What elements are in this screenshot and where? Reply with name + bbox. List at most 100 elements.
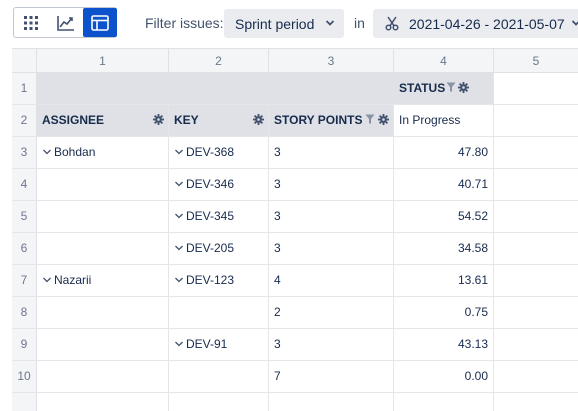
table-row: 5 DEV-345 3 54.52 <box>12 201 578 233</box>
issue-key: DEV-205 <box>186 241 235 255</box>
row-number: 5 <box>12 201 37 232</box>
story-points-cell: 3 <box>269 201 394 232</box>
empty-cell <box>394 393 494 411</box>
story-points-header[interactable]: STORY POINTS <box>269 105 394 136</box>
empty-cell <box>494 73 578 104</box>
table-row: 2 ASSIGNEE KEY STORY POINTS In Progress <box>12 105 578 137</box>
empty-cell <box>37 393 169 411</box>
status-value-cell: 47.80 <box>394 137 494 168</box>
empty-cell <box>169 393 269 411</box>
story-points-cell: 3 <box>269 169 394 200</box>
row-number: 9 <box>12 329 37 360</box>
issue-key: DEV-346 <box>186 177 235 191</box>
empty-cell <box>494 265 578 296</box>
column-number: 3 <box>269 49 394 73</box>
story-points-cell: 4 <box>269 265 394 296</box>
corner-cell <box>12 49 37 73</box>
row-number: 4 <box>12 169 37 200</box>
grid-view-button[interactable] <box>14 8 48 37</box>
key-cell[interactable]: DEV-123 <box>169 265 269 296</box>
period-dropdown[interactable]: Sprint period <box>224 9 344 38</box>
date-range-dropdown[interactable]: 2021-04-26 - 2021-05-07 <box>373 9 578 38</box>
issue-key: DEV-91 <box>186 337 228 351</box>
funnel-icon[interactable] <box>446 82 456 93</box>
pivot-table: 1 2 3 4 5 1 STATUS 2 ASSIGNEE KEY STORY … <box>12 48 578 411</box>
assignee-header[interactable]: ASSIGNEE <box>37 105 169 136</box>
assignee-cell[interactable]: Nazarii <box>37 265 169 296</box>
chevron-down-icon[interactable] <box>174 148 184 156</box>
story-points-cell: 3 <box>269 329 394 360</box>
toolbar: Filter issues: Sprint period in 2021-04-… <box>0 0 578 48</box>
empty-cell <box>494 393 578 411</box>
chevron-down-icon <box>571 20 578 26</box>
gear-icon[interactable] <box>458 82 469 93</box>
status-value-cell: 13.61 <box>394 265 494 296</box>
assignee-cell <box>37 233 169 264</box>
issue-key: DEV-123 <box>186 273 235 287</box>
key-cell[interactable]: DEV-368 <box>169 137 269 168</box>
column-number: 5 <box>532 54 540 68</box>
table-row: 8 2 0.75 <box>12 297 578 329</box>
empty-cell <box>269 393 394 411</box>
gear-icon[interactable] <box>153 114 164 125</box>
empty-cell <box>494 233 578 264</box>
table-view-button[interactable] <box>83 8 117 37</box>
chevron-down-icon[interactable] <box>42 148 52 156</box>
table-row: 3 Bohdan DEV-368 3 47.80 <box>12 137 578 169</box>
column-number: 1 <box>37 49 169 73</box>
empty-cell <box>494 169 578 200</box>
status-value-cell: 0.75 <box>394 297 494 328</box>
status-value-cell: 0.00 <box>394 361 494 392</box>
story-points-cell: 3 <box>269 233 394 264</box>
status-header[interactable]: STATUS <box>394 73 494 104</box>
key-cell[interactable]: DEV-345 <box>169 201 269 232</box>
empty-cell <box>494 137 578 168</box>
story-points-cell: 3 <box>269 137 394 168</box>
issue-key: DEV-368 <box>186 145 235 159</box>
status-value-header: In Progress <box>394 105 494 136</box>
scissors-icon <box>385 16 399 31</box>
empty-cell <box>494 297 578 328</box>
filter-issues-label: Filter issues: <box>145 15 224 31</box>
assignee-cell[interactable]: Bohdan <box>37 137 169 168</box>
empty-cell <box>494 201 578 232</box>
chart-icon <box>57 15 74 31</box>
status-value-cell: 43.13 <box>394 329 494 360</box>
column-number: 4 <box>394 49 494 73</box>
chevron-down-icon[interactable] <box>174 244 184 252</box>
table-row: 10 7 0.00 <box>12 361 578 393</box>
status-value-cell: 40.71 <box>394 169 494 200</box>
table-row: 6 DEV-205 3 34.58 <box>12 233 578 265</box>
assignee-header-label: ASSIGNEE <box>42 113 105 127</box>
view-switcher <box>13 7 117 38</box>
column-header-row: 1 2 3 4 5 <box>12 48 578 73</box>
chevron-down-icon <box>325 20 335 26</box>
key-cell <box>169 361 269 392</box>
chevron-down-icon[interactable] <box>174 212 184 220</box>
assignee-cell <box>37 297 169 328</box>
row-number: 6 <box>12 233 37 264</box>
period-dropdown-value: Sprint period <box>235 15 315 32</box>
table-row: 7 Nazarii DEV-123 4 13.61 <box>12 265 578 297</box>
key-cell[interactable]: DEV-91 <box>169 329 269 360</box>
assignee-cell <box>37 201 169 232</box>
chevron-down-icon[interactable] <box>174 340 184 348</box>
chevron-down-icon[interactable] <box>174 180 184 188</box>
table-row: 1 STATUS <box>12 73 578 105</box>
chart-view-button[interactable] <box>49 8 83 37</box>
key-cell[interactable]: DEV-346 <box>169 169 269 200</box>
assignee-cell <box>37 361 169 392</box>
chevron-down-icon[interactable] <box>42 276 52 284</box>
gear-icon[interactable] <box>253 114 264 125</box>
table-row: 4 DEV-346 3 40.71 <box>12 169 578 201</box>
status-value-cell: 34.58 <box>394 233 494 264</box>
row-number: 10 <box>12 361 37 392</box>
key-cell[interactable]: DEV-205 <box>169 233 269 264</box>
gear-icon[interactable] <box>378 114 389 125</box>
row-number: 3 <box>12 137 37 168</box>
assignee-cell <box>37 169 169 200</box>
chevron-down-icon[interactable] <box>174 276 184 284</box>
key-header[interactable]: KEY <box>169 105 269 136</box>
funnel-icon[interactable] <box>365 114 375 125</box>
row-number-cell <box>12 393 37 411</box>
